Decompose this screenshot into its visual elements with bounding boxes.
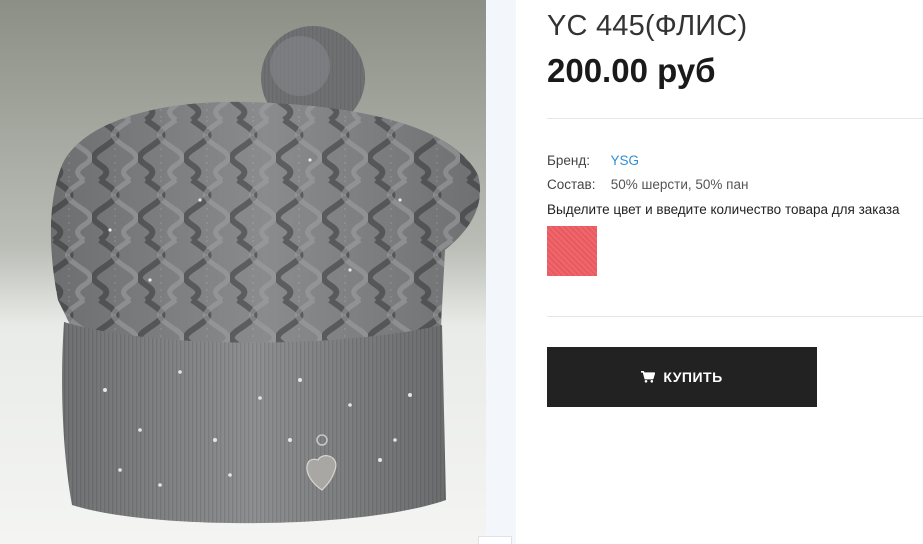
buy-button[interactable]: КУПИТЬ	[547, 347, 817, 407]
order-hint: Выделите цвет и введите количество товар…	[547, 202, 900, 217]
cart-icon	[641, 371, 656, 383]
buy-button-label: КУПИТЬ	[663, 369, 723, 385]
composition-label: Состав:	[547, 177, 596, 192]
product-page: YC 445(ФЛИС) 200.00 руб Бренд: YSG Соста…	[0, 0, 923, 544]
product-image[interactable]	[0, 0, 486, 544]
composition-value: 50% шерсти, 50% пан	[610, 177, 749, 192]
product-title: YC 445(ФЛИС)	[547, 10, 748, 42]
brand-row: Бренд: YSG	[547, 153, 639, 168]
composition-row: Состав: 50% шерсти, 50% пан	[547, 177, 748, 192]
image-gutter	[486, 0, 516, 544]
divider-top	[547, 118, 923, 119]
brand-link[interactable]: YSG	[611, 153, 640, 168]
brand-label: Бренд:	[547, 153, 590, 168]
color-swatch-red[interactable]	[547, 226, 597, 276]
product-price: 200.00 руб	[547, 52, 716, 89]
thumbnail-edge[interactable]	[478, 536, 512, 544]
divider-bottom	[547, 316, 923, 317]
